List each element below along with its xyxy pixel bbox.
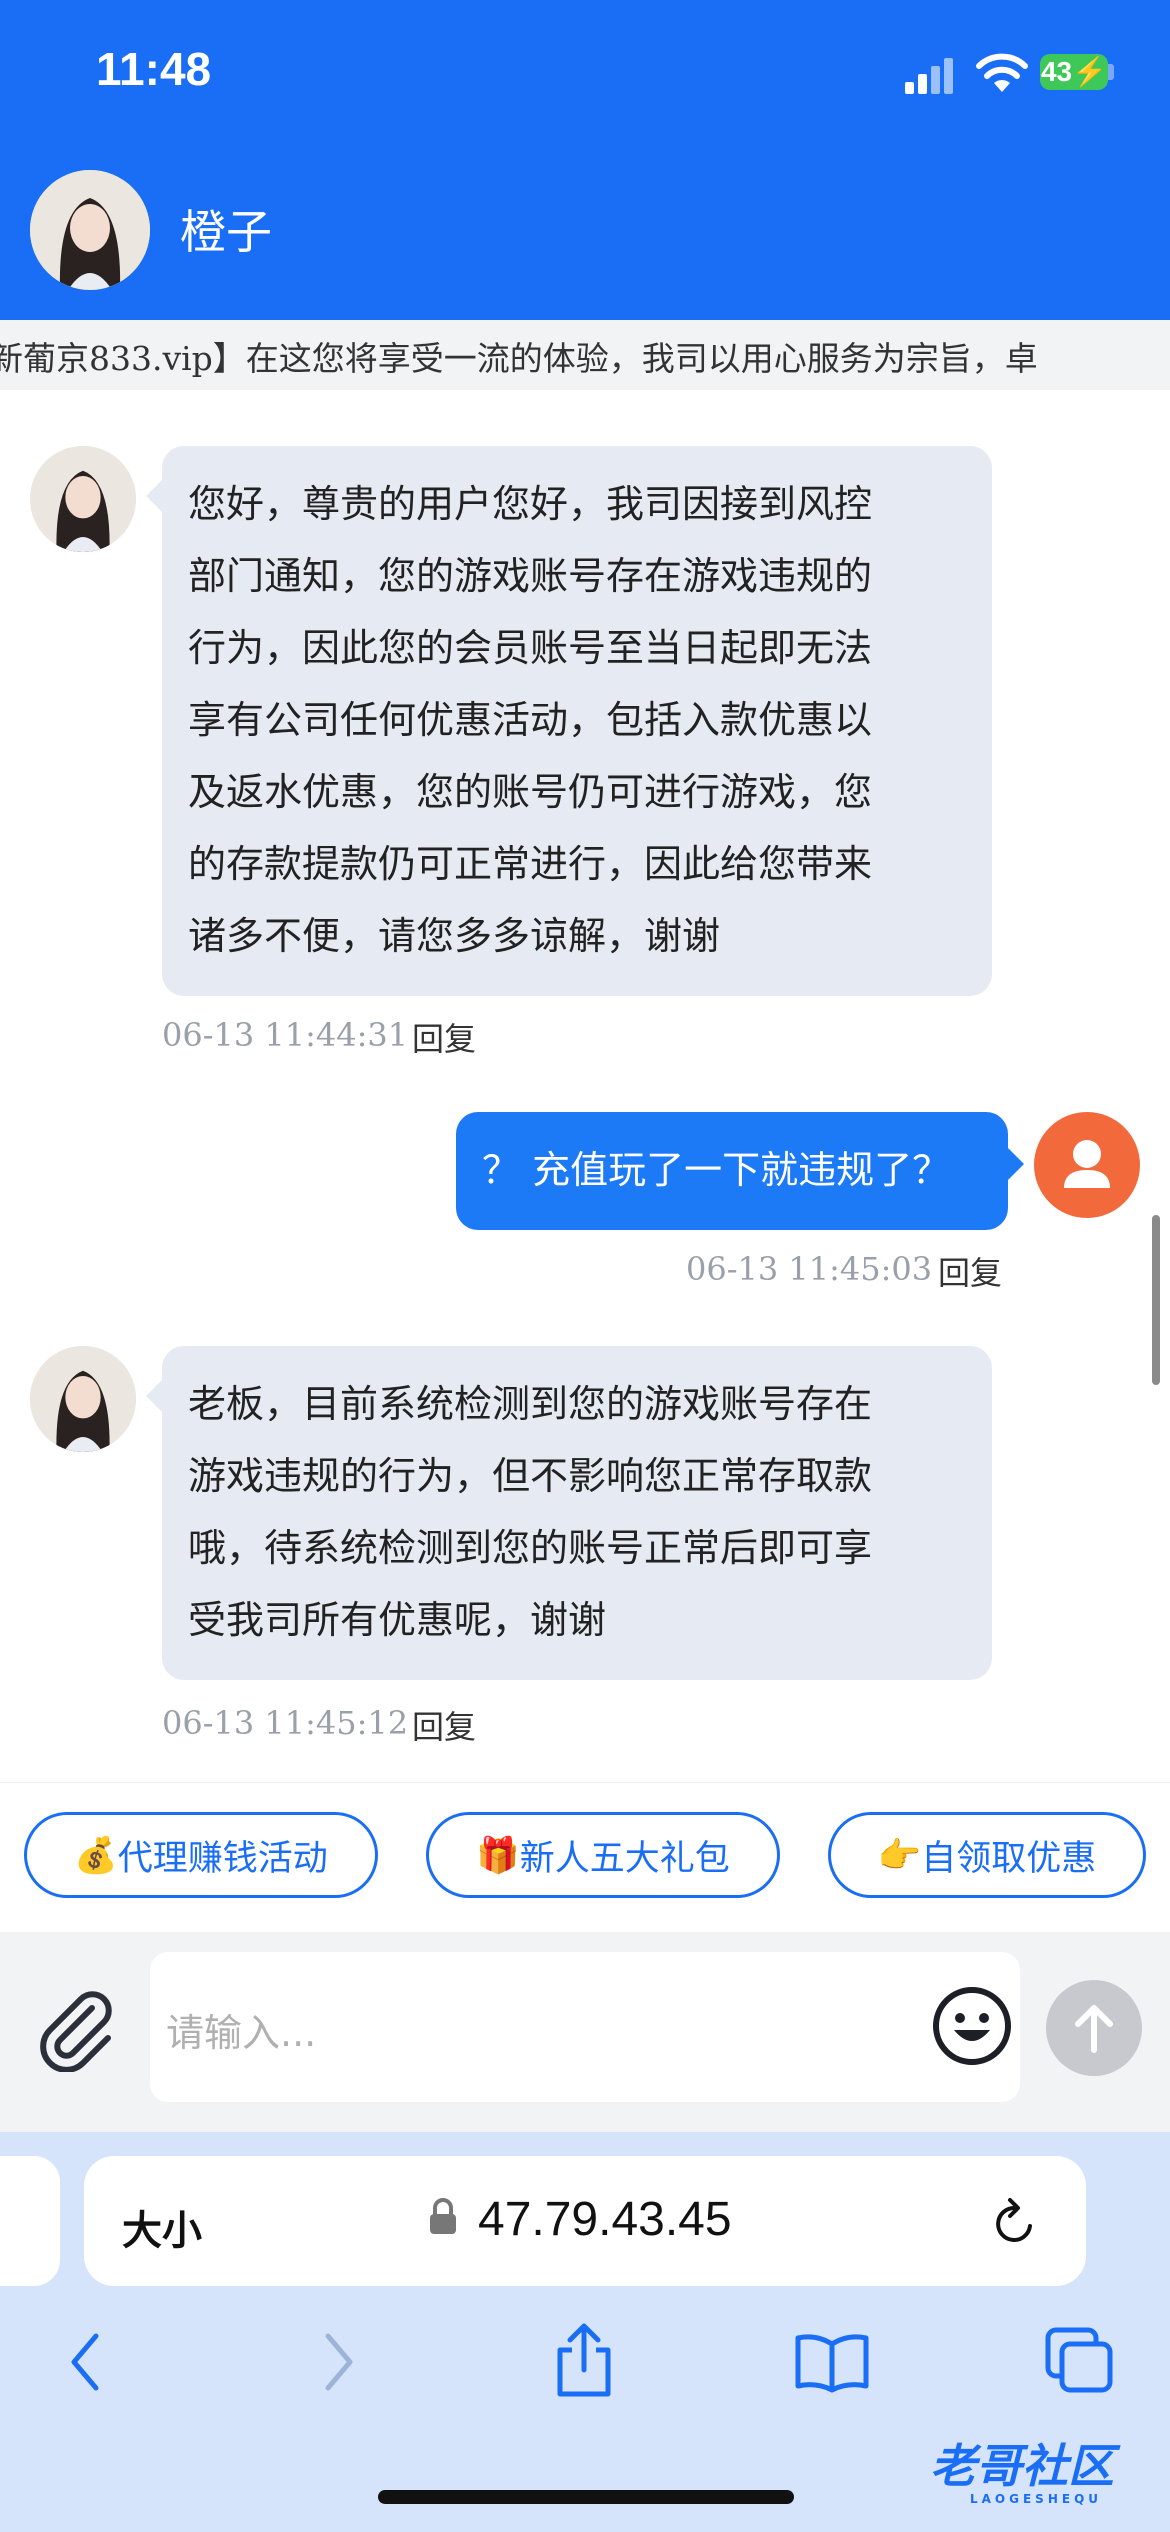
message-bubble-outgoing[interactable]: ？ 充值玩了一下就违规了？: [456, 1112, 1008, 1230]
arrow-up-icon: [1075, 2005, 1113, 2053]
bubble-tail: [1008, 1148, 1024, 1180]
battery-cap: [1108, 64, 1114, 80]
quick-button-label: 自领取优惠: [921, 1838, 1097, 1879]
input-placeholder: 请输入...: [166, 2011, 317, 2055]
quick-button-label: 代理赚钱活动: [117, 1838, 328, 1879]
message-input[interactable]: 请输入...: [150, 1952, 1020, 2102]
scrollbar[interactable]: [1152, 1215, 1160, 1385]
contact-name: 橙子: [180, 205, 272, 259]
agent-earn-button[interactable]: 💰 代理赚钱活动: [24, 1812, 378, 1898]
forward-icon[interactable]: [316, 2330, 360, 2394]
message-line: 老板，目前系统检测到您的游戏账号存在: [188, 1382, 873, 1426]
message-timestamp: 06-13 11:44:31: [162, 1016, 409, 1054]
status-time: 11:48: [96, 43, 212, 95]
previous-tab-peek[interactable]: [0, 2156, 60, 2286]
person-icon: [1064, 1140, 1110, 1188]
message-line: 诸多不便，请您多多谅解，谢谢: [188, 914, 721, 958]
announcement-marquee: 新葡京833.vip】在这您将享受一流的体验，我司以用心服务为宗旨，卓: [0, 320, 1170, 390]
reload-icon[interactable]: [990, 2196, 1040, 2250]
cellular-signal-icon: [905, 58, 953, 94]
message-line: ？ 充值玩了一下就违规了？: [482, 1148, 951, 1192]
agent-avatar[interactable]: [30, 1346, 136, 1452]
new-user-gift-button[interactable]: 🎁 新人五大礼包: [426, 1812, 780, 1898]
message-line: 部门通知，您的游戏账号存在游戏违规的: [188, 554, 873, 598]
lock-icon: [430, 2198, 456, 2234]
message-timestamp: 06-13 11:45:03: [686, 1250, 933, 1288]
share-icon[interactable]: [552, 2320, 616, 2400]
message-line: 享有公司任何优惠活动，包括入款优惠以: [188, 698, 873, 742]
reply-link[interactable]: 回复: [938, 1248, 1002, 1294]
bubble-tail: [146, 480, 162, 512]
text-size-button[interactable]: 大小: [122, 2198, 202, 2256]
avatar-portrait-icon: [30, 170, 150, 290]
bookmarks-icon[interactable]: [794, 2330, 870, 2394]
message-line: 的存款提款仍可正常进行，因此给您带来: [188, 842, 873, 886]
message-bubble-incoming[interactable]: 您好，尊贵的用户您好，我司因接到风控 部门通知，您的游戏账号存在游戏违规的 行为…: [162, 446, 992, 996]
message-line: 哦，待系统检测到您的账号正常后即可享: [188, 1526, 873, 1570]
quick-button-label: 新人五大礼包: [519, 1838, 730, 1879]
pointing-hand-icon: 👉: [877, 1835, 922, 1876]
message-line: 行为，因此您的会员账号至当日起即无法: [188, 626, 873, 670]
user-avatar[interactable]: [1034, 1112, 1140, 1218]
message-line: 游戏违规的行为，但不影响您正常存取款: [188, 1454, 873, 1498]
tabs-icon[interactable]: [1044, 2326, 1116, 2396]
message-line: 受我司所有优惠呢，谢谢: [188, 1598, 607, 1642]
gift-icon: 🎁: [476, 1835, 520, 1876]
message-line: 您好，尊贵的用户您好，我司因接到风控: [188, 482, 873, 526]
emoji-icon[interactable]: [930, 1984, 1014, 2068]
message-line: 及返水优惠，您的账号仍可进行游戏，您: [188, 770, 873, 814]
home-indicator: [378, 2490, 794, 2504]
message-timestamp: 06-13 11:45:12: [162, 1704, 409, 1742]
watermark-logo: 老哥社区 LAOGESHEQU: [930, 2439, 1114, 2506]
avatar-portrait-icon: [30, 1346, 136, 1452]
bubble-tail: [146, 1380, 162, 1412]
claim-bonus-button[interactable]: 👉 自领取优惠: [828, 1812, 1146, 1898]
agent-avatar[interactable]: [30, 446, 136, 552]
money-bag-icon: 💰: [74, 1835, 118, 1876]
message-bubble-incoming[interactable]: 老板，目前系统检测到您的游戏账号存在 游戏违规的行为，但不影响您正常存取款 哦，…: [162, 1346, 992, 1680]
avatar-portrait-icon: [30, 446, 136, 552]
battery-indicator: 43⚡: [1040, 54, 1108, 90]
paperclip-icon[interactable]: [34, 1986, 120, 2072]
contact-avatar[interactable]: [30, 170, 150, 290]
url-text[interactable]: 47.79.43.45: [478, 2192, 732, 2247]
send-button[interactable]: [1046, 1980, 1142, 2076]
back-icon[interactable]: [64, 2330, 108, 2394]
wifi-icon: [976, 53, 1028, 92]
announcement-text: 新葡京833.vip】在这您将享受一流的体验，我司以用心服务为宗旨，卓: [0, 339, 1038, 378]
reply-link[interactable]: 回复: [412, 1702, 476, 1748]
reply-link[interactable]: 回复: [412, 1014, 476, 1060]
